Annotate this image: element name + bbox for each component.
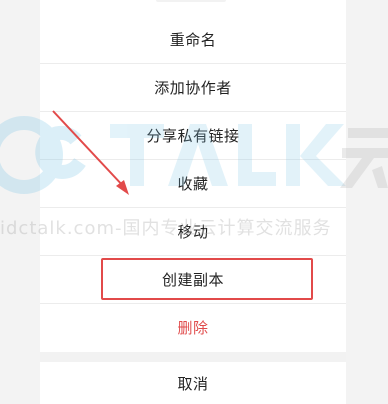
rename-label: 重命名 <box>169 31 217 49</box>
add-collaborator-label: 添加协作者 <box>154 79 232 97</box>
favorite-menu-item[interactable]: 收藏 <box>40 160 346 207</box>
add-collaborator-menu-item[interactable]: 添加协作者 <box>40 64 346 111</box>
cancel-button[interactable]: 取消 <box>40 362 346 404</box>
delete-label: 删除 <box>177 319 209 337</box>
share-private-link-menu-item[interactable]: 分享私有链接 <box>40 112 346 159</box>
share-private-link-label: 分享私有链接 <box>146 127 240 145</box>
delete-menu-item[interactable]: 删除 <box>40 304 346 351</box>
cancel-separator <box>40 352 346 362</box>
move-label: 移动 <box>177 223 209 241</box>
cancel-label: 取消 <box>177 374 209 393</box>
rename-menu-item[interactable]: 重命名 <box>40 16 346 63</box>
highlight-box-annotation <box>101 258 313 300</box>
action-sheet: 重命名 添加协作者 分享私有链接 收藏 移动 创建副本 删除 取消 <box>40 0 346 404</box>
favorite-label: 收藏 <box>177 175 209 193</box>
clipped-previous-item <box>156 0 226 2</box>
screenshot-stage: 重命名 添加协作者 分享私有链接 收藏 移动 创建副本 删除 取消 idctal… <box>0 0 388 404</box>
move-menu-item[interactable]: 移动 <box>40 208 346 255</box>
